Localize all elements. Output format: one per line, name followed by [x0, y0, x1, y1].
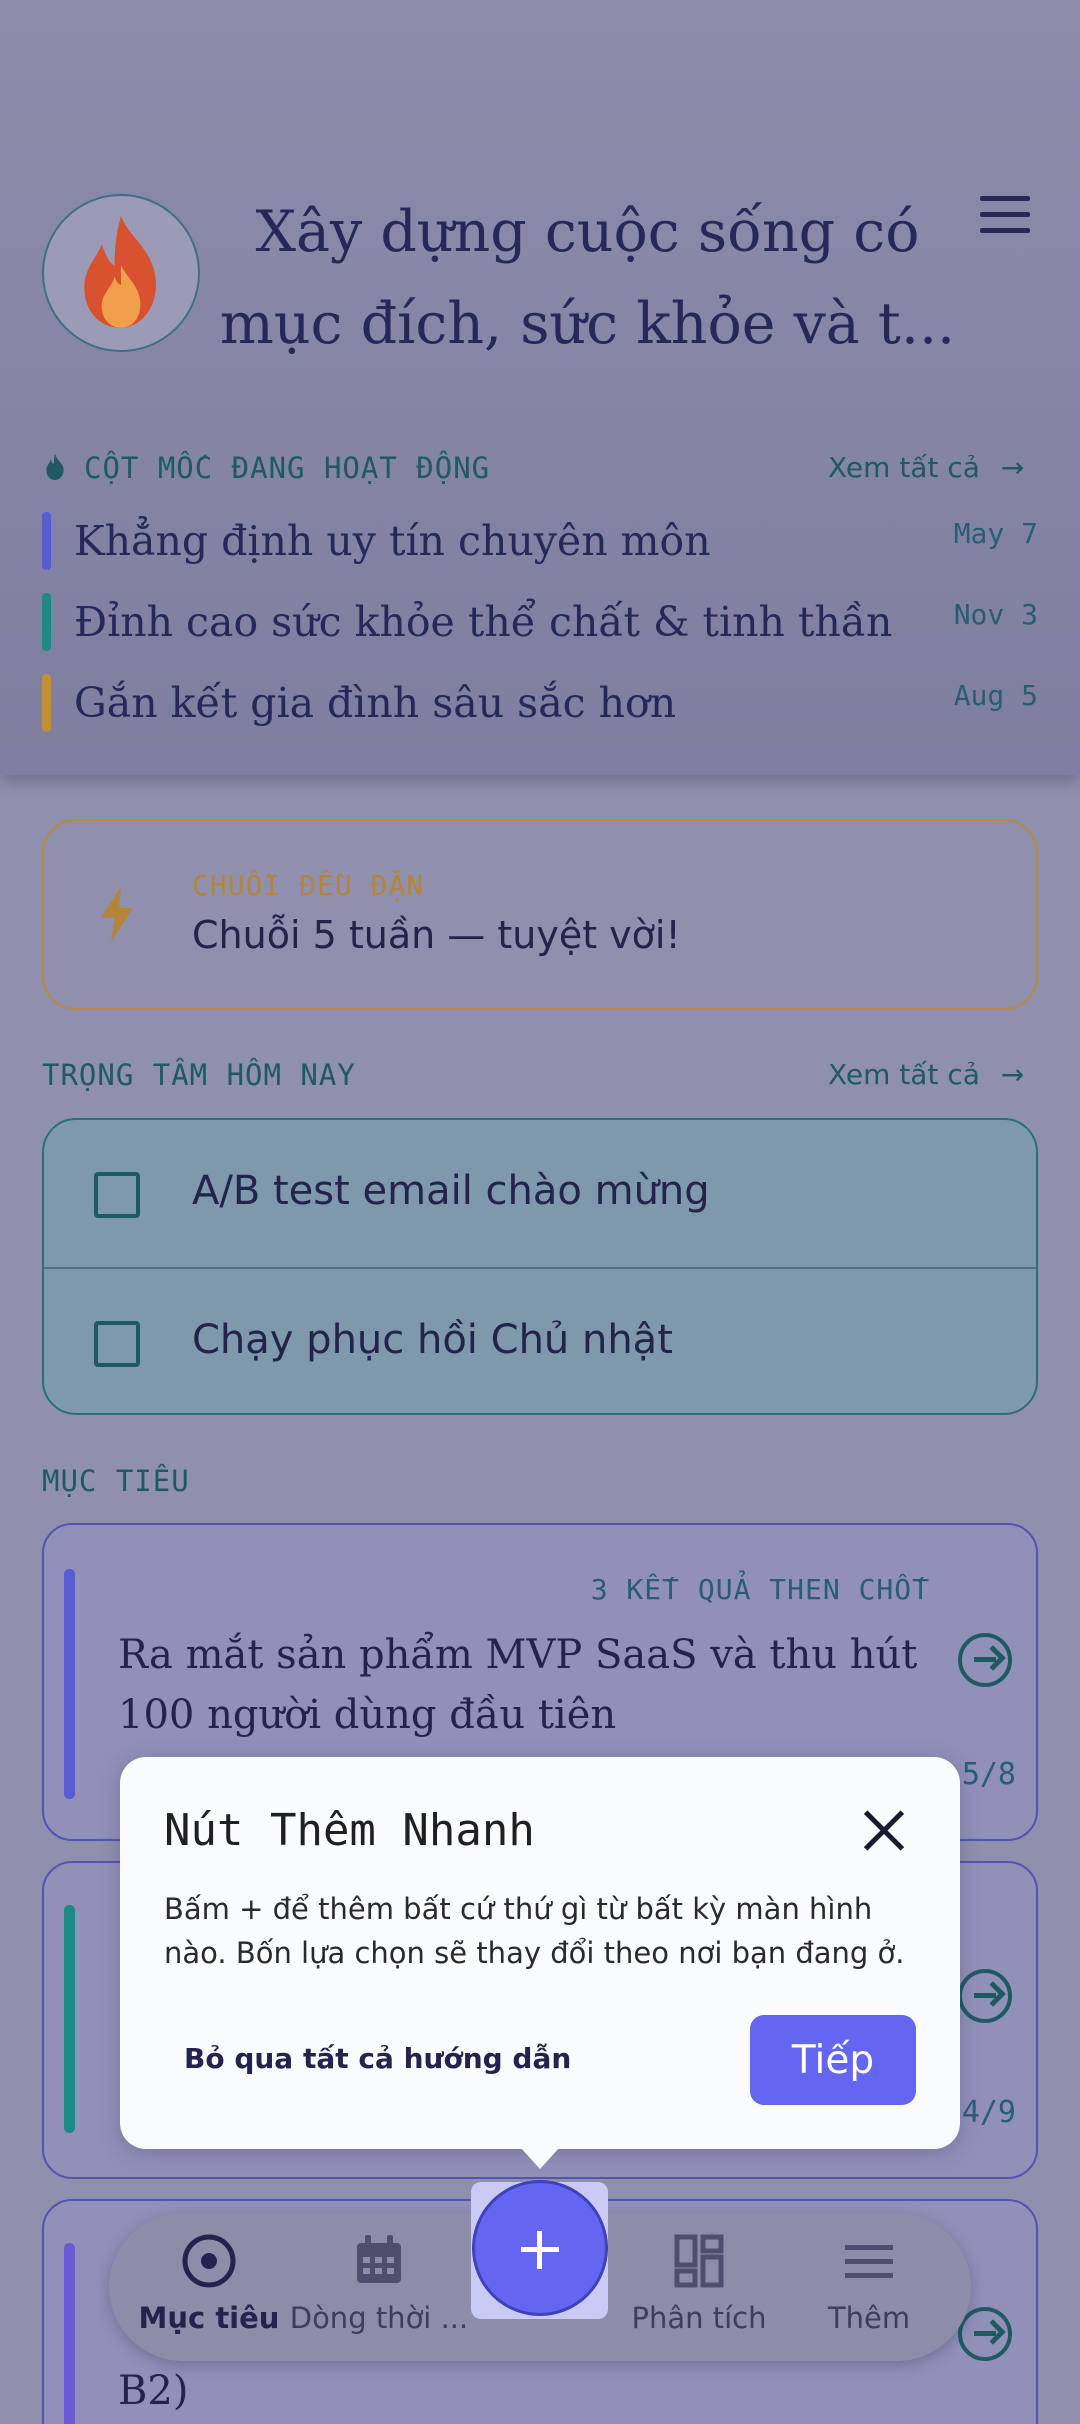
- page-title-line1: Xây dựng cuộc sống có: [255, 199, 920, 265]
- milestone-title: Khẳng định uy tín chuyên môn: [74, 517, 711, 565]
- nav-label: Phân tích: [631, 2301, 767, 2335]
- streak-card[interactable]: CHUỖI ĐỀU ĐẶN Chuỗi 5 tuần — tuyệt vời!: [42, 819, 1038, 1010]
- milestone-color-bar: [42, 512, 51, 570]
- goal-title: B2): [118, 2368, 189, 2414]
- streak-label: CHUỖI ĐỀU ĐẶN: [192, 869, 425, 902]
- nav-label: Thêm: [827, 2301, 911, 2335]
- nav-item-timeline[interactable]: Dòng thời ...: [289, 2213, 469, 2361]
- task-row[interactable]: Chạy phục hồi Chủ nhật: [44, 1267, 1036, 1413]
- arrow-circle-right-icon[interactable]: [958, 1633, 1012, 1687]
- goal-title: Ra mắt sản phẩm MVP SaaS và thu hút 100 …: [118, 1632, 918, 1738]
- milestones-see-all-link[interactable]: Xem tất cả →: [828, 451, 1024, 484]
- milestones-label: CỘT MỐC ĐANG HOẠT ĐỘNG: [84, 451, 491, 485]
- task-row[interactable]: A/B test email chào mừng: [44, 1120, 1036, 1267]
- arrow-right-icon: →: [1000, 1058, 1025, 1091]
- milestone-date: Nov 3: [953, 598, 1038, 631]
- flame-icon: [84, 216, 156, 328]
- milestone-color-bar: [42, 674, 51, 732]
- goal-color-bar: [64, 2243, 75, 2424]
- tooltip-body: Bấm + để thêm bất cứ thứ gì từ bất kỳ mà…: [164, 1892, 905, 1970]
- goals-label: MỤC TIÊU: [42, 1464, 190, 1498]
- nav-item-goals[interactable]: Mục tiêu: [129, 2213, 289, 2361]
- focus-see-all-link[interactable]: Xem tất cả →: [828, 1058, 1024, 1091]
- target-icon: [182, 2234, 236, 2288]
- milestone-title: Đỉnh cao sức khỏe thể chất & tinh thần: [74, 598, 893, 646]
- skip-all-tutorials-button[interactable]: Bỏ qua tất cả hướng dẫn: [184, 2042, 571, 2075]
- page-title: Xây dựng cuộc sống có mục đích, sức khỏe…: [215, 186, 960, 370]
- goal-progress-count: 4/9: [961, 2095, 1016, 2130]
- hamburger-menu-icon[interactable]: [980, 196, 1030, 236]
- arrow-circle-right-icon[interactable]: [958, 2307, 1012, 2361]
- page-title-line2: mục đích, sức khỏe và t...: [219, 291, 956, 357]
- tooltip-pointer: [520, 2147, 560, 2169]
- task-checkbox[interactable]: [94, 1321, 140, 1367]
- goal-color-bar: [64, 1905, 75, 2133]
- see-all-label: Xem tất cả: [828, 451, 980, 484]
- arrow-right-icon: →: [1000, 451, 1025, 484]
- milestone-title: Gắn kết gia đình sâu sắc hơn: [74, 679, 677, 727]
- header: Xây dựng cuộc sống có mục đích, sức khỏe…: [0, 0, 1080, 775]
- avatar[interactable]: [42, 194, 200, 352]
- milestone-date: May 7: [953, 517, 1038, 550]
- task-text: Chạy phục hồi Chủ nhật: [192, 1317, 673, 1363]
- arrow-circle-right-icon[interactable]: [958, 1969, 1012, 2023]
- calendar-icon: [357, 2235, 401, 2283]
- quick-add-tooltip: Nút Thêm Nhanh Bấm + để thêm bất cứ thứ …: [120, 1757, 960, 2149]
- nav-label: Mục tiêu: [138, 2301, 280, 2335]
- milestone-item[interactable]: Khẳng định uy tín chuyên môn May 7: [42, 512, 1038, 570]
- nav-label: Dòng thời ...: [289, 2301, 469, 2335]
- goal-progress-count: 5/8: [961, 1757, 1016, 1792]
- milestone-date: Aug 5: [953, 679, 1038, 712]
- menu-icon: [845, 2245, 893, 2278]
- close-icon[interactable]: [862, 1809, 906, 1853]
- nav-item-analytics[interactable]: Phân tích: [619, 2213, 779, 2361]
- lightning-bolt-icon: [101, 886, 133, 942]
- nav-item-more[interactable]: Thêm: [799, 2213, 939, 2361]
- quick-add-button[interactable]: [472, 2180, 608, 2316]
- task-text: A/B test email chào mừng: [192, 1168, 710, 1214]
- next-button[interactable]: Tiếp: [750, 2015, 916, 2105]
- tooltip-title: Nút Thêm Nhanh: [164, 1805, 535, 1856]
- milestone-item[interactable]: Đỉnh cao sức khỏe thể chất & tinh thần N…: [42, 593, 1038, 651]
- milestone-item[interactable]: Gắn kết gia đình sâu sắc hơn Aug 5: [42, 674, 1038, 732]
- milestone-color-bar: [42, 593, 51, 651]
- fire-small-icon: [46, 454, 64, 480]
- task-checkbox[interactable]: [94, 1172, 140, 1218]
- dashboard-icon: [674, 2234, 724, 2288]
- focus-task-list: A/B test email chào mừng Chạy phục hồi C…: [42, 1118, 1038, 1415]
- focus-label: TRỌNG TÂM HÔM NAY: [42, 1058, 356, 1092]
- see-all-label: Xem tất cả: [828, 1058, 980, 1091]
- streak-text: Chuỗi 5 tuần — tuyệt vời!: [192, 913, 681, 957]
- goal-color-bar: [64, 1569, 75, 1799]
- goal-key-results: 3 KẾT QUẢ THEN CHỐT: [590, 1573, 930, 1606]
